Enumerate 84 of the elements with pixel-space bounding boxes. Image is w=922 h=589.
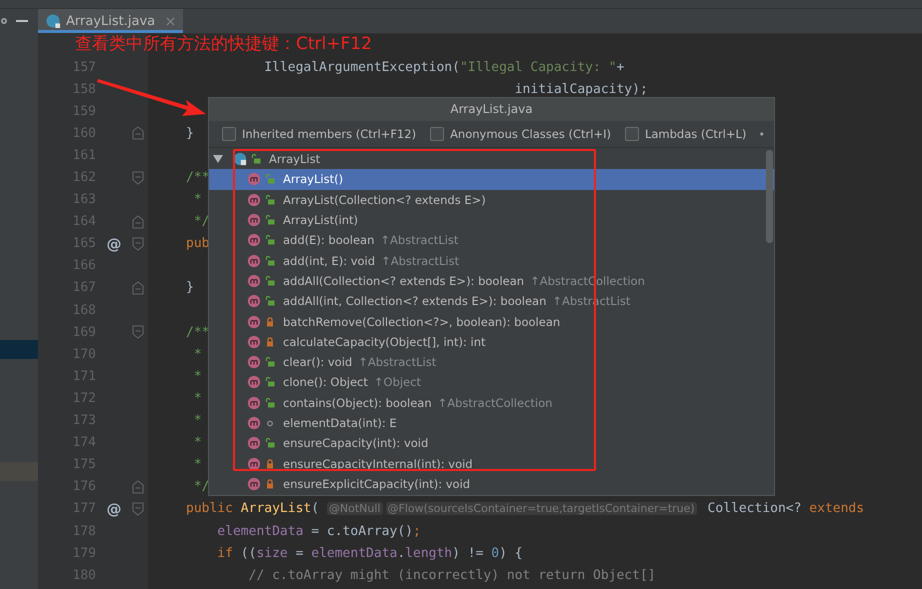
code-line: * bbox=[192, 457, 202, 472]
method-icon bbox=[247, 436, 261, 450]
method-icon bbox=[247, 375, 261, 390]
scrollbar[interactable] bbox=[766, 150, 773, 243]
tree-item-label[interactable]: ensureExplicitCapacity(int): void bbox=[283, 476, 470, 491]
code-line: /** bbox=[185, 170, 210, 186]
method-icon bbox=[247, 192, 261, 207]
code-line: } bbox=[185, 126, 194, 141]
method-icon bbox=[247, 294, 261, 308]
inherited-from-label: ↑AbstractCollection bbox=[438, 396, 552, 410]
popup-title: ArrayList.java bbox=[209, 98, 774, 121]
close-icon[interactable] bbox=[166, 16, 176, 26]
method-icon bbox=[247, 456, 261, 471]
expanded-arrow-icon[interactable] bbox=[213, 154, 223, 164]
method-icon bbox=[247, 334, 261, 349]
tree-item-label[interactable]: add(int, E): void bbox=[283, 254, 376, 268]
class-icon bbox=[233, 152, 247, 166]
code-line: pub bbox=[185, 236, 210, 252]
code-line: /** bbox=[185, 324, 210, 340]
inherited-from-label: ↑AbstractList bbox=[380, 233, 458, 248]
inherited-from-label: ↑AbstractList bbox=[381, 254, 460, 268]
code-line: * bbox=[192, 390, 202, 406]
method-icon bbox=[247, 416, 261, 430]
tree-item-label[interactable]: ArrayList(Collection<? extends E>) bbox=[283, 192, 486, 207]
method-icon bbox=[247, 355, 261, 370]
fold-start-icon[interactable] bbox=[132, 236, 144, 251]
tree-item-label[interactable]: contains(Object): boolean bbox=[283, 396, 432, 410]
code-line: IllegalArgumentException("Illegal Capacity: "+ bbox=[263, 60, 624, 75]
minimize-icon[interactable] bbox=[16, 19, 28, 23]
code-line: */ bbox=[192, 479, 210, 494]
code-line: initialCapacity); bbox=[514, 82, 648, 97]
option-checkbox[interactable]: Anonymous Classes (Ctrl+I) bbox=[430, 127, 611, 141]
override-marker[interactable]: @ bbox=[106, 234, 122, 253]
code-line: // c.toArray might (incorrectly) not return Object[] bbox=[248, 568, 656, 583]
method-icon bbox=[247, 233, 261, 248]
override-marker[interactable]: @ bbox=[106, 500, 122, 518]
inherited-from-label: ↑Object bbox=[374, 375, 421, 390]
tree-item-label[interactable]: elementData(int): E bbox=[283, 416, 397, 430]
method-icon bbox=[247, 396, 261, 410]
selected-row-highlight bbox=[0, 340, 38, 359]
tree-item-label[interactable]: clear(): void bbox=[283, 355, 352, 370]
row-highlight bbox=[0, 462, 38, 481]
code-line: */ bbox=[192, 214, 210, 230]
method-icon bbox=[247, 314, 261, 329]
fold-end-icon[interactable] bbox=[132, 280, 144, 295]
tree-item-label[interactable]: ensureCapacityInternal(int): void bbox=[283, 456, 473, 471]
settings-icon[interactable] bbox=[0, 15, 8, 27]
code-line: * bbox=[192, 192, 202, 208]
code-line: public ArrayList( @NotNull @Flow(sourceIsContainer=true,targetIsContainer=true) Collection<? extends bbox=[185, 501, 864, 516]
inherited-from-label: ↑AbstractList bbox=[358, 355, 436, 370]
file-tab[interactable]: ArrayList.java bbox=[38, 9, 184, 33]
method-icon bbox=[247, 213, 261, 228]
code-line: * bbox=[192, 346, 202, 362]
tree-item-label[interactable]: ArrayList(int) bbox=[283, 213, 358, 228]
fold-end-icon[interactable] bbox=[132, 126, 144, 140]
fold-start-icon[interactable] bbox=[132, 502, 144, 516]
annotation-text: 查看类中所有方法的快捷键：Ctrl+F12 bbox=[75, 34, 372, 54]
method-icon bbox=[247, 274, 261, 288]
code-line: * bbox=[192, 413, 202, 428]
fold-end-icon[interactable] bbox=[132, 480, 144, 494]
tree-item-label[interactable]: calculateCapacity(Object[], int): int bbox=[283, 334, 486, 349]
fold-end-icon[interactable] bbox=[132, 214, 144, 229]
tree-item-label[interactable]: batchRemove(Collection<?>, boolean): boolean bbox=[283, 314, 560, 329]
fold-start-icon[interactable] bbox=[132, 170, 144, 185]
tree-item-label[interactable]: clone(): Object bbox=[283, 375, 368, 390]
code-line: elementData = c.toArray(); bbox=[216, 524, 421, 539]
fold-start-icon[interactable] bbox=[132, 325, 144, 340]
method-icon bbox=[247, 172, 261, 186]
tree-item-label[interactable]: ArrayList bbox=[269, 152, 320, 166]
code-line: if ((size = elementData.length) != 0) { bbox=[216, 546, 523, 561]
option-checkbox[interactable]: Lambdas (Ctrl+L) bbox=[624, 127, 746, 141]
code-line: * bbox=[192, 368, 202, 384]
method-icon bbox=[247, 476, 261, 491]
method-icon bbox=[247, 254, 261, 268]
option-checkbox[interactable]: Inherited members (Ctrl+F12) bbox=[222, 127, 416, 141]
class-file-icon bbox=[46, 14, 61, 28]
code-line: } bbox=[185, 280, 194, 296]
tree-item-label[interactable]: addAll(int, Collection<? extends E>): boolean bbox=[283, 294, 546, 308]
tree-item-label[interactable]: ArrayList() bbox=[283, 172, 344, 186]
tab-title: ArrayList.java bbox=[66, 14, 156, 28]
tree-item-label[interactable]: addAll(Collection<? extends E>): boolean bbox=[283, 274, 524, 288]
code-line: * bbox=[192, 435, 202, 450]
tree-item-label[interactable]: ensureCapacity(int): void bbox=[283, 436, 428, 450]
tree-item-label[interactable]: add(E): boolean bbox=[283, 233, 374, 248]
